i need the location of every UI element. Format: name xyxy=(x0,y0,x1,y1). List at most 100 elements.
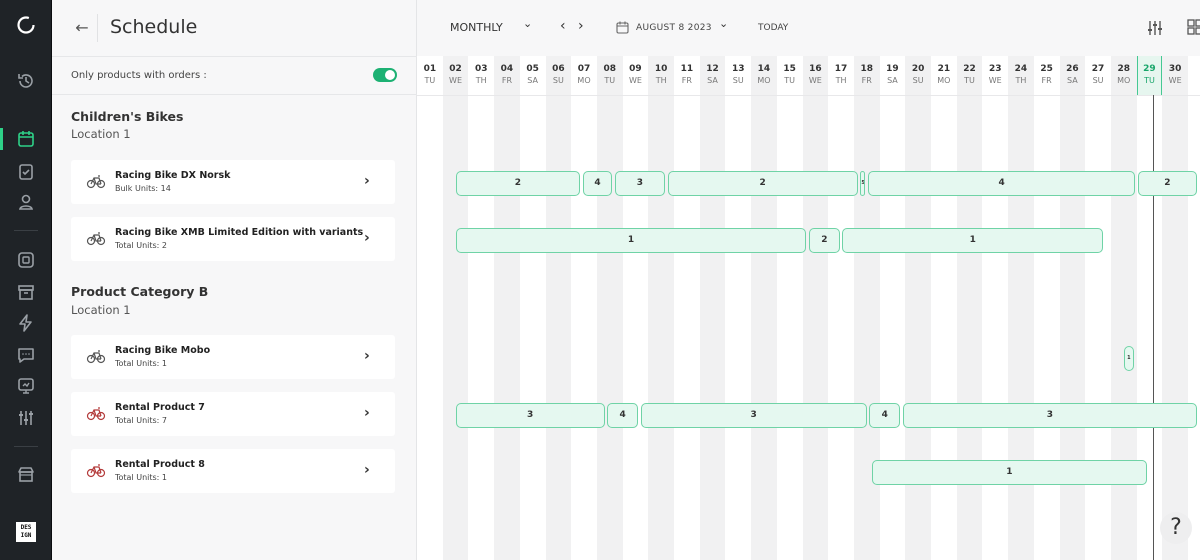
booking-bar[interactable]: 4 xyxy=(869,403,901,428)
filter-sliders-icon[interactable] xyxy=(1146,19,1164,37)
day-header[interactable]: 29 TU xyxy=(1136,56,1163,95)
product-row[interactable]: Racing Bike DX Norsk Bulk Units: 14 › xyxy=(71,160,395,204)
chevron-right-icon[interactable]: › xyxy=(364,173,370,189)
booking-bar[interactable]: 1 xyxy=(455,228,807,253)
chat-icon[interactable] xyxy=(16,345,36,365)
booking-bar[interactable]: 3 xyxy=(614,171,665,196)
booking-bar[interactable]: 3 xyxy=(640,403,867,428)
day-header[interactable]: 01 TU xyxy=(417,56,443,95)
day-header[interactable]: 30 WE xyxy=(1162,56,1188,95)
day-weekday: SA xyxy=(1066,76,1078,85)
booking-bar[interactable]: 4 xyxy=(607,403,638,428)
day-column xyxy=(828,56,854,560)
day-header[interactable]: 12 SA xyxy=(700,56,726,95)
archive-box-icon[interactable] xyxy=(16,282,36,302)
current-date[interactable]: AUGUST 8 2023 xyxy=(636,23,712,33)
day-header[interactable]: 06 SU xyxy=(546,56,572,95)
day-header[interactable]: 08 TU xyxy=(597,56,623,95)
day-header[interactable]: 14 MO xyxy=(751,56,777,95)
day-header[interactable]: 18 FR xyxy=(854,56,880,95)
grid-view-icon[interactable] xyxy=(1187,19,1200,35)
booking-bar[interactable]: 3 xyxy=(455,403,605,428)
calendar-icon[interactable] xyxy=(616,21,629,34)
booking-bar[interactable]: 5 xyxy=(860,171,866,196)
product-row[interactable]: Rental Product 7 Total Units: 7 › xyxy=(71,392,395,436)
chevron-right-icon[interactable]: › xyxy=(364,348,370,364)
day-header[interactable]: 22 TU xyxy=(957,56,983,95)
day-header[interactable]: 07 MO xyxy=(571,56,597,95)
refresh-logo-icon[interactable] xyxy=(15,14,37,36)
day-header[interactable]: 11 FR xyxy=(674,56,700,95)
day-header[interactable]: 13 SU xyxy=(725,56,751,95)
view-mode-select[interactable]: MONTHLY xyxy=(450,21,503,34)
booking-bar[interactable]: 2 xyxy=(455,171,581,196)
day-header[interactable]: 16 WE xyxy=(803,56,829,95)
booking-bar[interactable]: 2 xyxy=(808,228,840,253)
day-header[interactable]: 02 WE xyxy=(443,56,469,95)
day-header[interactable]: 19 SA xyxy=(880,56,906,95)
product-row[interactable]: Racing Bike Mobo Total Units: 1 › xyxy=(71,335,395,379)
chevron-right-icon[interactable]: › xyxy=(364,462,370,478)
product-icon[interactable] xyxy=(16,250,36,270)
product-units: Total Units: 1 xyxy=(115,473,168,482)
chevron-right-icon[interactable]: › xyxy=(578,18,584,34)
back-arrow-icon[interactable]: ← xyxy=(72,18,92,38)
booking-bar[interactable]: 2 xyxy=(1137,171,1197,196)
day-weekday: TU xyxy=(964,76,975,85)
day-header[interactable]: 26 SA xyxy=(1060,56,1086,95)
day-weekday: TH xyxy=(835,76,847,85)
day-number: 01 xyxy=(423,64,437,74)
day-header[interactable]: 21 MO xyxy=(931,56,957,95)
clipboard-check-icon[interactable] xyxy=(16,161,36,181)
day-header[interactable]: 24 TH xyxy=(1008,56,1034,95)
day-number: 02 xyxy=(449,64,462,74)
day-header[interactable]: 20 SU xyxy=(905,56,931,95)
presentation-icon[interactable] xyxy=(16,376,36,396)
day-header[interactable]: 27 SU xyxy=(1085,56,1111,95)
chevron-right-icon[interactable]: › xyxy=(364,230,370,246)
store-icon[interactable] xyxy=(16,464,36,484)
day-header[interactable]: 10 TH xyxy=(648,56,674,95)
sliders-icon[interactable] xyxy=(16,408,36,428)
booking-bar[interactable]: 2 xyxy=(667,171,858,196)
product-row[interactable]: Rental Product 8 Total Units: 1 › xyxy=(71,449,395,493)
user-icon[interactable] xyxy=(16,192,36,212)
brand-logo: DES IGN xyxy=(16,522,36,542)
booking-bar[interactable]: 4 xyxy=(582,171,613,196)
day-number: 18 xyxy=(860,64,873,74)
day-header[interactable]: 09 WE xyxy=(623,56,649,95)
booking-bar[interactable]: 1 xyxy=(842,228,1104,253)
chevron-down-icon[interactable]: ⌄ xyxy=(523,17,532,30)
booking-bar[interactable]: 3 xyxy=(902,403,1197,428)
history-icon[interactable] xyxy=(16,71,36,91)
day-header[interactable]: 15 TU xyxy=(777,56,803,95)
today-button[interactable]: TODAY xyxy=(758,23,788,33)
day-header[interactable]: 17 TH xyxy=(828,56,854,95)
day-header[interactable]: 23 WE xyxy=(982,56,1008,95)
day-header[interactable]: 28 MO xyxy=(1111,56,1137,95)
day-header[interactable]: 03 TH xyxy=(468,56,494,95)
day-number: 28 xyxy=(1117,64,1130,74)
booking-bar[interactable]: 4 xyxy=(868,171,1136,196)
orders-toggle[interactable] xyxy=(373,68,397,82)
day-weekday: SA xyxy=(527,76,538,85)
product-name: Racing Bike Mobo xyxy=(115,345,211,356)
day-header[interactable]: 05 SA xyxy=(520,56,546,95)
day-number: 08 xyxy=(603,64,616,74)
day-weekday: MO xyxy=(757,76,771,85)
product-units: Total Units: 1 xyxy=(115,359,168,368)
day-column xyxy=(674,56,700,560)
day-header[interactable]: 25 FR xyxy=(1034,56,1060,95)
chevron-left-icon[interactable]: ‹ xyxy=(560,18,566,34)
day-header[interactable]: 04 FR xyxy=(494,56,520,95)
booking-bar[interactable]: 1 xyxy=(871,460,1147,485)
chevron-right-icon[interactable]: › xyxy=(364,405,370,421)
calendar-icon[interactable] xyxy=(16,129,36,149)
day-number: 27 xyxy=(1091,64,1105,74)
chevron-down-icon[interactable]: ⌄ xyxy=(719,17,728,30)
help-button[interactable]: ? xyxy=(1160,512,1192,544)
product-row[interactable]: Racing Bike XMB Limited Edition with var… xyxy=(71,217,395,261)
day-weekday: FR xyxy=(861,76,872,85)
lightning-icon[interactable] xyxy=(16,313,36,333)
booking-bar[interactable]: 1 xyxy=(1123,346,1135,371)
